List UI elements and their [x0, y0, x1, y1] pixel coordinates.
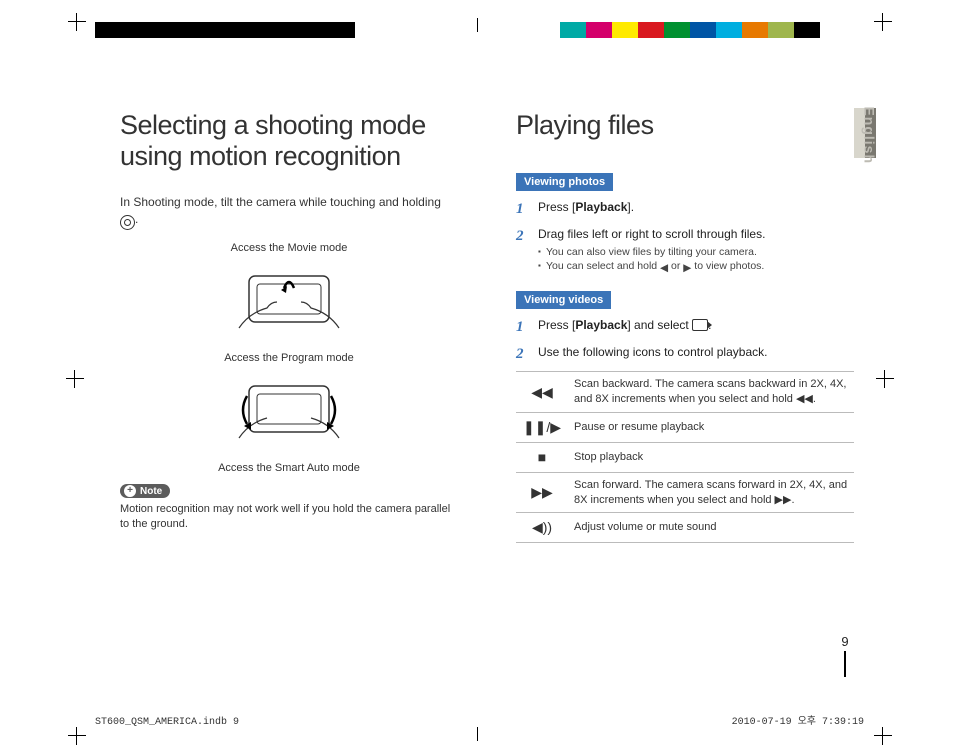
- crop-tick: [477, 727, 478, 741]
- heading-playing-files: Playing files: [516, 110, 854, 141]
- right-column: Playing files Viewing photos 1 Press [Pl…: [516, 110, 854, 543]
- table-row: ◀◀ Scan backward. The camera scans backw…: [516, 372, 854, 413]
- list-item: 1 Press [Playback] and select .: [516, 317, 854, 338]
- illustration-tilt-sides: [179, 368, 399, 458]
- rewind-icon: ◀◀: [531, 384, 553, 400]
- sub-bullet: You can also view files by tilting your …: [538, 245, 765, 259]
- stop-icon: ■: [538, 449, 546, 465]
- fast-forward-icon: ▶▶: [531, 484, 553, 500]
- section-viewing-photos: Viewing photos: [516, 173, 613, 191]
- left-arrow-icon: ◀: [660, 261, 668, 275]
- control-description: Scan forward. The camera scans forward i…: [568, 472, 854, 513]
- pause-play-icon: ❚❚/▶: [523, 419, 561, 435]
- control-description: Scan backward. The camera scans backward…: [568, 372, 854, 413]
- step-number: 1: [516, 317, 528, 338]
- video-icon: [692, 319, 708, 331]
- list-item: 2 Drag files left or right to scroll thr…: [516, 226, 854, 275]
- playback-controls-table: ◀◀ Scan backward. The camera scans backw…: [516, 371, 854, 543]
- note-badge: + Note: [120, 484, 170, 498]
- intro-text: In Shooting mode, tilt the camera while …: [120, 194, 458, 230]
- left-column: Selecting a shooting mode using motion r…: [120, 110, 458, 543]
- sub-bullet: You can select and hold ◀ or ▶ to view p…: [538, 259, 765, 275]
- plus-icon: +: [124, 485, 136, 497]
- table-row: ▶▶ Scan forward. The camera scans forwar…: [516, 472, 854, 513]
- control-description: Pause or resume playback: [568, 412, 854, 442]
- caption-movie-mode: Access the Movie mode: [120, 242, 458, 254]
- footer-timestamp: 2010-07-19 오후 7:39:19: [732, 712, 864, 728]
- crop-mark: [68, 727, 86, 745]
- photos-steps: 1 Press [Playback]. 2 Drag files left or…: [516, 199, 854, 275]
- step-number: 2: [516, 226, 528, 275]
- list-item: 2 Use the following icons to control pla…: [516, 344, 854, 365]
- section-viewing-videos: Viewing videos: [516, 291, 611, 309]
- crop-mark: [874, 727, 892, 745]
- caption-smart-auto-mode: Access the Smart Auto mode: [120, 462, 458, 474]
- table-row: ◀)) Adjust volume or mute sound: [516, 513, 854, 543]
- videos-steps: 1 Press [Playback] and select . 2 Use th…: [516, 317, 854, 365]
- control-description: Adjust volume or mute sound: [568, 513, 854, 543]
- control-description: Stop playback: [568, 442, 854, 472]
- table-row: ❚❚/▶ Pause or resume playback: [516, 412, 854, 442]
- page-number: 9: [840, 634, 850, 677]
- step-number: 1: [516, 199, 528, 220]
- step-number: 2: [516, 344, 528, 365]
- illustration-tilt-up: [179, 258, 399, 348]
- note-label: Note: [140, 486, 162, 497]
- list-item: 1 Press [Playback].: [516, 199, 854, 220]
- footer-filename: ST600_QSM_AMERICA.indb 9: [95, 717, 239, 728]
- target-icon: [120, 215, 135, 230]
- heading-motion-recognition: Selecting a shooting mode using motion r…: [120, 110, 458, 172]
- caption-program-mode: Access the Program mode: [120, 352, 458, 364]
- volume-icon: ◀)): [532, 519, 552, 535]
- note-text: Motion recognition may not work well if …: [120, 502, 458, 532]
- table-row: ■ Stop playback: [516, 442, 854, 472]
